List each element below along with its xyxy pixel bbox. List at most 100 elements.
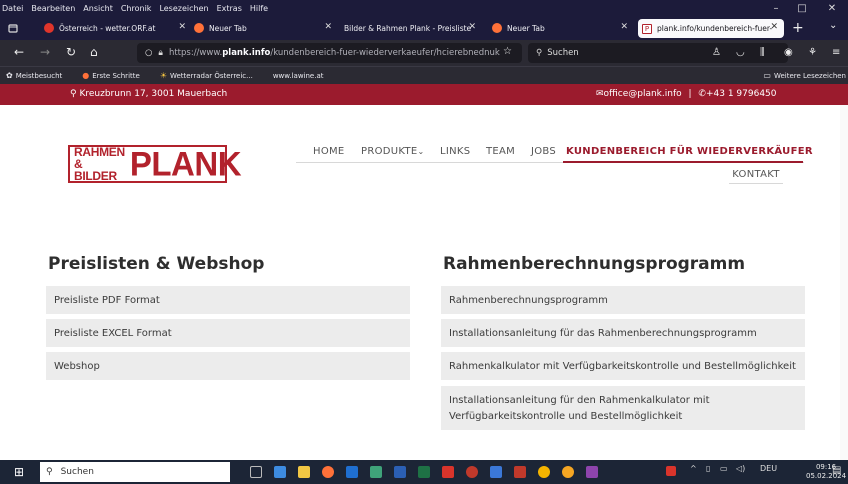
search-bar[interactable]: ⚲ Suchen: [528, 43, 788, 63]
close-tab-icon[interactable]: ✕: [770, 22, 778, 32]
nav-kundenbereich[interactable]: KUNDENBEREICH FÜR WIEDERVERKÄUFER: [566, 146, 813, 157]
link-installationsanleitung-kalkulator[interactable]: Installationsanleitung für den Rahmenkal…: [441, 386, 805, 430]
nav-jobs[interactable]: JOBS: [531, 146, 556, 157]
app-icon[interactable]: [490, 466, 502, 478]
close-tab-icon[interactable]: ✕: [324, 22, 332, 32]
menu-hilfe[interactable]: Hilfe: [246, 4, 272, 13]
nav-kontakt[interactable]: KONTAKT: [729, 166, 783, 184]
menu-bearbeiten[interactable]: Bearbeiten: [27, 4, 79, 13]
tab-plank-kundenbereich[interactable]: P plank.info/kundenbereich-fuer- ✕: [638, 19, 784, 38]
site-logo[interactable]: RAHMEN & BILDER PLANK: [68, 144, 242, 183]
new-tab-button[interactable]: +: [792, 20, 804, 36]
url-path: /kundenbereich-fuer-wiederverkaeufer/hci…: [270, 48, 500, 58]
nav-links[interactable]: LINKS: [440, 146, 470, 157]
account-icon[interactable]: ♙: [712, 47, 721, 58]
bookmark-star-icon[interactable]: ☆: [503, 46, 512, 57]
extensions-icon[interactable]: ⚘: [808, 47, 817, 58]
network-icon[interactable]: ▭: [720, 464, 728, 473]
bookmark-wetterradar[interactable]: ☀ Wetterradar Österreic...: [160, 71, 253, 80]
nav-team[interactable]: TEAM: [486, 146, 515, 157]
menu-extras[interactable]: Extras: [213, 4, 246, 13]
maximize-button[interactable]: □: [790, 0, 814, 16]
word-icon[interactable]: [394, 466, 406, 478]
tray-app-icon[interactable]: [666, 466, 676, 476]
acrobat-icon[interactable]: [514, 466, 526, 478]
search-icon: ⚲: [536, 48, 543, 58]
nav-active-indicator: [563, 161, 803, 163]
app-icon[interactable]: [562, 466, 574, 478]
phone-link[interactable]: +43 1 9796450: [706, 89, 777, 99]
menu-icon[interactable]: ≡: [832, 47, 840, 58]
notification-icon[interactable]: ▤: [832, 465, 841, 476]
nav-produkte[interactable]: PRODUKTE⌄: [361, 146, 425, 157]
mail-icon: ✉: [596, 89, 604, 99]
profile-icon[interactable]: ◉: [784, 47, 793, 58]
close-window-button[interactable]: ✕: [820, 0, 844, 16]
tab-orf[interactable]: Österreich - wetter.ORF.at ✕: [40, 16, 192, 40]
taskbar-search[interactable]: ⚲ Suchen: [40, 462, 230, 482]
app-icon[interactable]: [370, 466, 382, 478]
address-text: ⚲ Kreuzbrunn 17, 3001 Mauerbach: [70, 89, 228, 99]
nav-home[interactable]: HOME: [313, 146, 345, 157]
menu-datei[interactable]: Datei: [0, 4, 27, 13]
minimize-button[interactable]: –: [764, 0, 788, 16]
app-icon[interactable]: [274, 466, 286, 478]
menu-lesezeichen[interactable]: Lesezeichen: [155, 4, 212, 13]
tab-label: Neuer Tab: [209, 23, 247, 33]
phone-icon: ✆: [698, 89, 706, 99]
bookmark-other[interactable]: ▭ Weitere Lesezeichen: [763, 71, 846, 80]
outlook-icon[interactable]: [346, 466, 358, 478]
tab-plank-preisliste[interactable]: Bilder & Rahmen Plank - Preisliste ✕: [340, 16, 482, 40]
app-icon[interactable]: [586, 466, 598, 478]
link-preisliste-excel[interactable]: Preisliste EXCEL Format: [46, 319, 410, 347]
app-icon[interactable]: [442, 466, 454, 478]
folder-icon: ▭: [763, 71, 771, 80]
bookmark-meistbesucht[interactable]: ✿ Meistbesucht: [6, 71, 62, 80]
excel-icon[interactable]: [418, 466, 430, 478]
app-icon[interactable]: [466, 466, 478, 478]
tray-chevron-icon[interactable]: ^: [690, 464, 697, 473]
tracking-shield-icon[interactable]: ○: [145, 48, 152, 58]
link-rahmenberechnungsprogramm[interactable]: Rahmenberechnungsprogramm: [441, 286, 805, 314]
firefox-icon: ●: [82, 71, 90, 80]
tab-list-icon[interactable]: ⌄: [829, 20, 837, 31]
lock-icon[interactable]: 🔒︎: [158, 48, 163, 58]
close-tab-icon[interactable]: ✕: [468, 22, 476, 32]
forward-icon[interactable]: →: [40, 45, 50, 59]
chrome-icon[interactable]: [538, 466, 550, 478]
link-webshop[interactable]: Webshop: [46, 352, 410, 380]
tab-new-1[interactable]: Neuer Tab ✕: [190, 16, 338, 40]
volume-icon[interactable]: ◁): [736, 464, 745, 473]
battery-icon[interactable]: ▯: [706, 464, 710, 473]
tab-label: Neuer Tab: [507, 23, 545, 33]
firefox-icon[interactable]: [322, 466, 334, 478]
back-icon[interactable]: ←: [14, 45, 24, 59]
close-tab-icon[interactable]: ✕: [178, 22, 186, 32]
search-placeholder: Suchen: [547, 48, 579, 58]
task-view-icon[interactable]: [250, 466, 262, 478]
link-preisliste-pdf[interactable]: Preisliste PDF Format: [46, 286, 410, 314]
menu-chronik[interactable]: Chronik: [117, 4, 156, 13]
close-tab-icon[interactable]: ✕: [620, 22, 628, 32]
reload-icon[interactable]: ↻: [66, 45, 76, 59]
tab-overview-icon[interactable]: [4, 16, 18, 40]
link-rahmenkalkulator[interactable]: Rahmenkalkulator mit Verfügbarkeitskontr…: [441, 352, 805, 380]
menu-ansicht[interactable]: Ansicht: [79, 4, 117, 13]
url-bar[interactable]: ○ 🔒︎ https://www. plank.info/kundenbereic…: [137, 43, 522, 63]
email-link[interactable]: office@plank.info: [604, 89, 682, 99]
home-icon[interactable]: ⌂: [90, 45, 98, 59]
firefox-icon: [194, 23, 204, 33]
windows-start-icon[interactable]: ⊞: [14, 465, 24, 479]
link-installationsanleitung-programm[interactable]: Installationsanleitung für das Rahmenber…: [441, 319, 805, 347]
file-explorer-icon[interactable]: [298, 466, 310, 478]
url-host: plank.info: [222, 48, 271, 58]
bookmark-erste-schritte[interactable]: ● Erste Schritte: [82, 71, 140, 80]
tab-new-2[interactable]: Neuer Tab ✕: [488, 16, 634, 40]
pocket-icon[interactable]: ◡: [736, 47, 745, 58]
site-topbar: ⚲ Kreuzbrunn 17, 3001 Mauerbach ✉office@…: [0, 84, 848, 105]
page-scrollbar[interactable]: [840, 105, 848, 460]
bookmark-lawine[interactable]: www.lawine.at: [273, 72, 324, 80]
language-indicator[interactable]: DEU: [760, 464, 777, 473]
library-icon[interactable]: ⫼: [760, 47, 765, 58]
url-prefix: https://www.: [168, 48, 223, 58]
